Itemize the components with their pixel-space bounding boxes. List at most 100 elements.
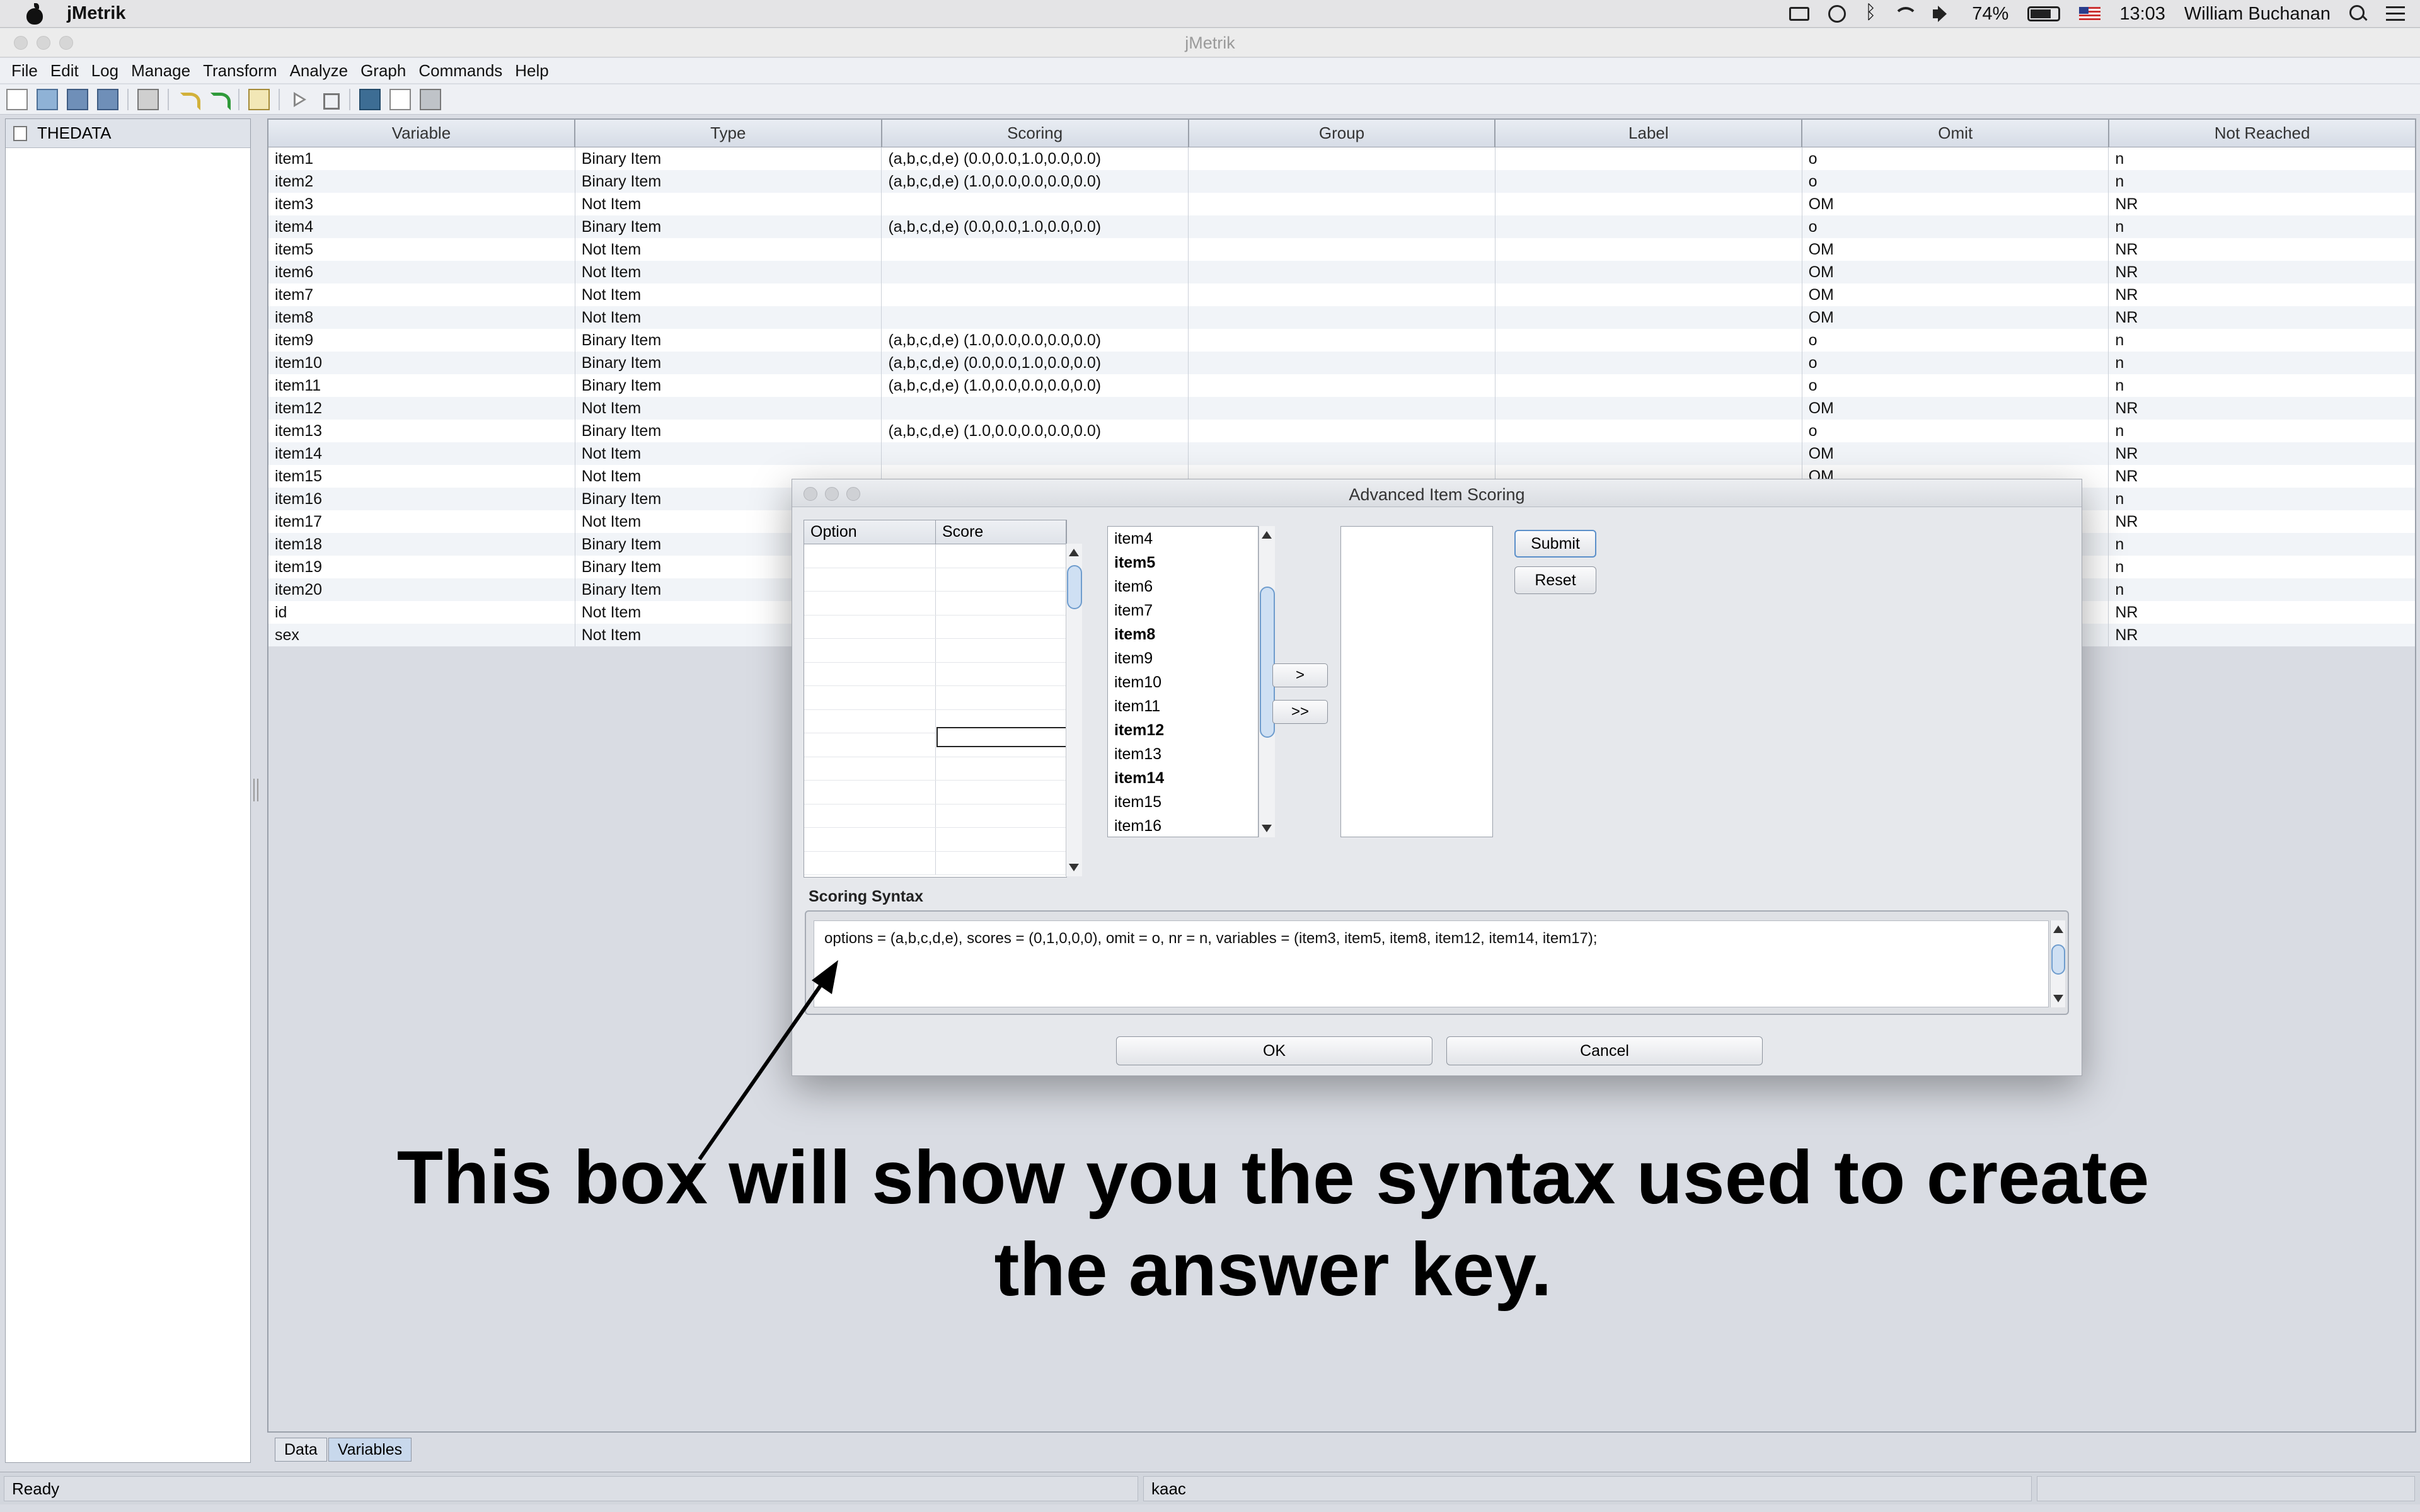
menu-manage[interactable]: Manage xyxy=(131,61,190,81)
cell-group[interactable] xyxy=(1189,193,1495,215)
cell-type[interactable]: Binary Item xyxy=(575,329,882,352)
cell-label[interactable] xyxy=(1495,170,1802,193)
undo-icon[interactable] xyxy=(178,89,200,110)
menu-help[interactable]: Help xyxy=(515,61,548,81)
scroll-down-arrow-icon[interactable] xyxy=(1262,825,1272,832)
list-item[interactable]: item12 xyxy=(1108,718,1258,742)
cell-variable[interactable]: item17 xyxy=(268,510,575,533)
list-item[interactable]: item16 xyxy=(1108,814,1258,838)
cell-group[interactable] xyxy=(1189,170,1495,193)
cell-group[interactable] xyxy=(1189,397,1495,420)
cell-variable[interactable]: item12 xyxy=(268,397,575,420)
option-cell[interactable] xyxy=(804,828,936,851)
battery-icon[interactable] xyxy=(2027,6,2061,21)
score-cell[interactable] xyxy=(936,568,1066,591)
menu-commands[interactable]: Commands xyxy=(418,61,502,81)
cell-group[interactable] xyxy=(1189,147,1495,170)
option-cell[interactable] xyxy=(804,592,936,615)
refresh-icon[interactable] xyxy=(420,88,441,110)
score-cell[interactable] xyxy=(936,615,1066,638)
cell-variable[interactable]: item11 xyxy=(268,374,575,397)
cell-not-reached[interactable]: n xyxy=(2109,170,2415,193)
cell-not-reached[interactable]: NR xyxy=(2109,238,2415,261)
option-score-row[interactable] xyxy=(804,686,1066,710)
column-header-scoring[interactable]: Scoring xyxy=(882,120,1189,147)
cell-not-reached[interactable]: n xyxy=(2109,488,2415,510)
tree-node-thedata[interactable]: THEDATA xyxy=(6,119,250,148)
print-icon[interactable] xyxy=(137,88,159,110)
cell-label[interactable] xyxy=(1495,397,1802,420)
cell-variable[interactable]: item4 xyxy=(268,215,575,238)
selected-items-list[interactable] xyxy=(1340,526,1493,837)
list-item[interactable]: item10 xyxy=(1108,670,1258,694)
score-cell[interactable] xyxy=(936,639,1066,662)
cell-label[interactable] xyxy=(1495,215,1802,238)
score-cell[interactable] xyxy=(936,686,1066,709)
cell-variable[interactable]: item8 xyxy=(268,306,575,329)
menu-file[interactable]: File xyxy=(11,61,38,81)
column-header-omit[interactable]: Omit xyxy=(1802,120,2110,147)
score-cell[interactable] xyxy=(936,757,1066,780)
column-header-not-reached[interactable]: Not Reached xyxy=(2109,120,2415,147)
cell-type[interactable]: Not Item xyxy=(575,397,882,420)
cell-scoring[interactable]: (a,b,c,d,e) (0.0,0.0,1.0,0.0,0.0) xyxy=(882,147,1189,170)
scroll-thumb[interactable] xyxy=(2051,944,2065,975)
table-row[interactable]: item10 Binary Item (a,b,c,d,e) (0.0,0.0,1.… xyxy=(268,352,2415,374)
option-cell[interactable] xyxy=(804,709,936,733)
cell-group[interactable] xyxy=(1189,284,1495,306)
cell-type[interactable]: Not Item xyxy=(575,193,882,215)
tab-variables[interactable]: Variables xyxy=(328,1438,412,1462)
option-score-row[interactable] xyxy=(804,662,1066,686)
clock[interactable]: 13:03 xyxy=(2119,4,2165,25)
cell-not-reached[interactable]: n xyxy=(2109,420,2415,442)
cell-label[interactable] xyxy=(1495,147,1802,170)
cell-not-reached[interactable]: NR xyxy=(2109,510,2415,533)
option-score-row[interactable] xyxy=(804,828,1066,852)
cell-omit[interactable]: OM xyxy=(1802,284,2109,306)
edit-pencil-icon[interactable] xyxy=(248,88,270,110)
menu-edit[interactable]: Edit xyxy=(50,61,79,81)
cell-variable[interactable]: item20 xyxy=(268,578,575,601)
column-header-variable[interactable]: Variable xyxy=(268,120,575,147)
input-source-flag-icon[interactable] xyxy=(2079,7,2101,21)
cell-variable[interactable]: item1 xyxy=(268,147,575,170)
option-score-row[interactable] xyxy=(804,592,1066,616)
table-row[interactable]: item9 Binary Item (a,b,c,d,e) (1.0,0.0,0.0… xyxy=(268,329,2415,352)
cell-variable[interactable]: item2 xyxy=(268,170,575,193)
new-file-icon[interactable] xyxy=(6,88,28,110)
cell-variable[interactable]: item15 xyxy=(268,465,575,488)
stop-icon[interactable] xyxy=(319,89,340,110)
cell-scoring[interactable] xyxy=(882,238,1189,261)
cell-not-reached[interactable]: n xyxy=(2109,374,2415,397)
score-cell-editor[interactable] xyxy=(936,727,1068,747)
cell-scoring[interactable]: (a,b,c,d,e) (0.0,0.0,1.0,0.0,0.0) xyxy=(882,352,1189,374)
cell-omit[interactable]: o xyxy=(1802,374,2109,397)
cell-variable[interactable]: item14 xyxy=(268,442,575,465)
reset-button[interactable]: Reset xyxy=(1514,566,1596,594)
list-item[interactable]: item6 xyxy=(1108,575,1258,598)
option-score-row[interactable] xyxy=(804,781,1066,805)
redo-icon[interactable] xyxy=(208,89,231,110)
cell-label[interactable] xyxy=(1495,374,1802,397)
cell-variable[interactable]: item16 xyxy=(268,488,575,510)
cell-scoring[interactable] xyxy=(882,397,1189,420)
cell-omit[interactable]: OM xyxy=(1802,306,2109,329)
cell-variable[interactable]: item9 xyxy=(268,329,575,352)
cell-label[interactable] xyxy=(1495,420,1802,442)
cell-omit[interactable]: o xyxy=(1802,420,2109,442)
scroll-up-arrow-icon[interactable] xyxy=(2053,925,2063,933)
cell-group[interactable] xyxy=(1189,215,1495,238)
list-item[interactable]: item14 xyxy=(1108,766,1258,790)
option-cell[interactable] xyxy=(804,568,936,591)
column-header-label[interactable]: Label xyxy=(1495,120,1803,147)
cell-scoring[interactable] xyxy=(882,284,1189,306)
cell-group[interactable] xyxy=(1189,374,1495,397)
cell-not-reached[interactable]: NR xyxy=(2109,397,2415,420)
list-item[interactable]: item9 xyxy=(1108,646,1258,670)
cell-scoring[interactable]: (a,b,c,d,e) (1.0,0.0,0.0,0.0,0.0) xyxy=(882,374,1189,397)
cell-group[interactable] xyxy=(1189,238,1495,261)
table-row[interactable]: item6 Not Item OM NR xyxy=(268,261,2415,284)
apple-icon[interactable] xyxy=(25,3,44,25)
scroll-up-arrow-icon[interactable] xyxy=(1069,549,1079,556)
option-cell[interactable] xyxy=(804,639,936,662)
